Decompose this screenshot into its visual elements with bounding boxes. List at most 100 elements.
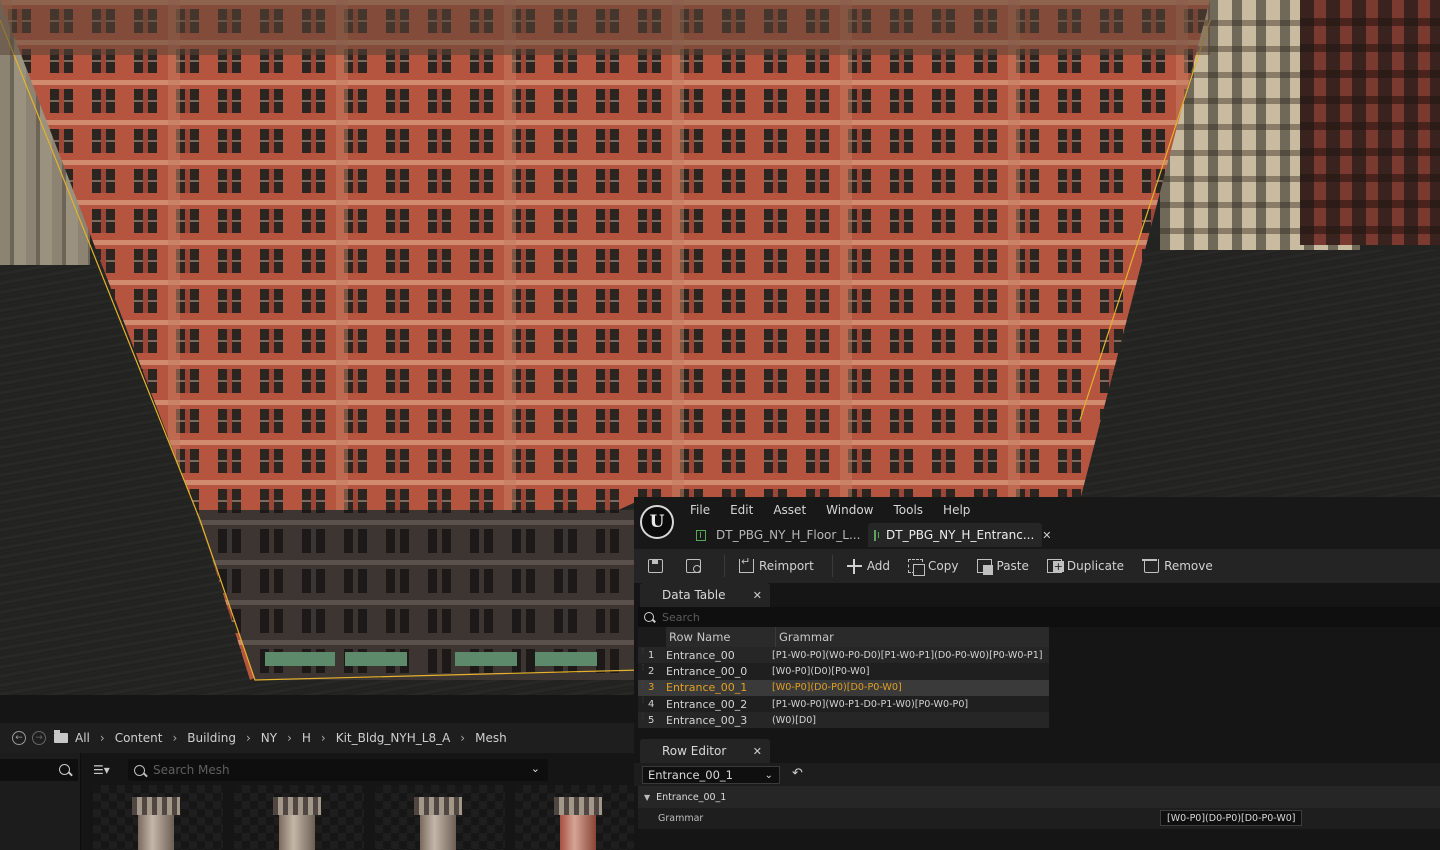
search-icon[interactable] <box>59 764 70 775</box>
row-name: Entrance_00_0 <box>666 664 748 678</box>
search-icon <box>134 764 145 776</box>
expand-triangle-icon[interactable]: ▼ <box>644 793 650 802</box>
row-grammar: [P1-W0-P0](W0-P1-D0-P1-W0)[P0-W0-P0] <box>772 698 969 710</box>
trash-icon <box>1142 559 1160 573</box>
add-label: Add <box>866 559 891 573</box>
table-row[interactable]: ⋮ 1 Entrance_00 [P1-W0-P0](W0-P0-D0)[P1-… <box>638 647 1049 664</box>
struct-category-header[interactable]: ▼ Entrance_00_1 <box>638 786 1440 808</box>
struct-label: Entrance_00_1 <box>656 791 727 803</box>
tab-label: DT_PBG_NY_H_Floor_L... <box>716 528 861 542</box>
asset-thumbnail[interactable] <box>515 785 634 850</box>
menu-bar: U File Edit Asset Window Tools Help DT_P… <box>634 497 1440 549</box>
breadcrumb: ← → All › Content › Building › NY › H › … <box>0 723 634 753</box>
paste-icon <box>976 559 993 575</box>
toolbar-divider <box>724 555 725 577</box>
unreal-logo-icon: U <box>640 505 674 539</box>
table-row[interactable]: ⋮ 4 Entrance_00_2 [P1-W0-P0](W0-P1-D0-P1… <box>638 695 1049 713</box>
row-name: Entrance_00_2 <box>666 697 748 711</box>
add-row-button[interactable]: Add <box>846 559 891 574</box>
row-index: 3 <box>648 682 655 694</box>
menu-tools[interactable]: Tools <box>893 503 923 517</box>
asset-thumbnail[interactable] <box>375 785 505 850</box>
header-index-cell <box>638 627 666 647</box>
duplicate-icon <box>1046 559 1064 573</box>
reimport-label: Reimport <box>759 559 814 573</box>
close-icon[interactable]: ✕ <box>753 745 762 758</box>
drag-handle-icon[interactable]: ⋮ <box>638 663 648 679</box>
back-icon[interactable]: ← <box>12 731 26 745</box>
row-index: 1 <box>648 649 655 661</box>
chevron-right-icon[interactable]: › <box>287 731 292 745</box>
duplicate-button[interactable]: Duplicate <box>1046 559 1125 573</box>
paste-label: Paste <box>996 559 1029 573</box>
chevron-right-icon[interactable]: › <box>460 731 465 745</box>
search-mesh-input[interactable]: Search Mesh ⌄ <box>128 759 548 781</box>
reset-icon[interactable]: ↶ <box>792 766 803 781</box>
chevron-right-icon[interactable]: › <box>100 731 105 745</box>
chevron-down-icon[interactable]: ⌄ <box>531 762 540 775</box>
tab-floor-table[interactable]: DT_PBG_NY_H_Floor_L... <box>696 523 860 547</box>
drag-handle-icon[interactable]: ⋮ <box>638 712 648 728</box>
data-table-icon <box>696 529 706 541</box>
search-placeholder: Search <box>662 610 700 624</box>
menu-asset[interactable]: Asset <box>773 503 806 517</box>
chevron-right-icon[interactable]: › <box>172 731 177 745</box>
forward-icon[interactable]: → <box>32 731 46 745</box>
menu-help[interactable]: Help <box>943 503 970 517</box>
source-panel <box>0 753 81 850</box>
breadcrumb-content[interactable]: Content <box>115 731 163 745</box>
tab-entrance-table[interactable]: DT_PBG_NY_H_Entranc... ✕ <box>868 523 1052 547</box>
chevron-down-icon: ⌄ <box>764 769 773 781</box>
column-header-row-name[interactable]: Row Name <box>666 630 775 644</box>
browse-button[interactable] <box>686 559 706 573</box>
chevron-right-icon[interactable]: › <box>246 731 251 745</box>
chevron-right-icon[interactable]: › <box>321 731 326 745</box>
breadcrumb-all[interactable]: All <box>75 731 90 745</box>
table-row[interactable]: ⋮ 2 Entrance_00_0 [W0-P0](D0)[P0-W0] <box>638 663 1049 680</box>
close-icon[interactable]: ✕ <box>1042 529 1051 542</box>
grammar-value-field[interactable]: [W0-P0](D0-P0)[D0-P0-W0] <box>1160 810 1303 826</box>
asset-thumbnail[interactable] <box>234 785 364 850</box>
breadcrumb-mesh[interactable]: Mesh <box>475 731 507 745</box>
table-header: Row Name Grammar <box>638 627 1049 647</box>
breadcrumb-building[interactable]: Building <box>187 731 236 745</box>
row-select-dropdown[interactable]: Entrance_00_1 ⌄ <box>642 766 780 784</box>
close-icon[interactable]: ✕ <box>753 589 762 602</box>
browse-icon <box>686 559 701 573</box>
table-row[interactable]: ⋮ 5 Entrance_00_3 (W0)[D0] <box>638 712 1049 729</box>
paste-button[interactable]: Paste <box>976 559 1029 575</box>
remove-label: Remove <box>1164 559 1213 573</box>
column-header-grammar[interactable]: Grammar <box>775 627 1049 647</box>
data-table-grid: Row Name Grammar ⋮ 1 Entrance_00 [P1-W0-… <box>638 627 1049 735</box>
search-placeholder: Search Mesh <box>153 763 230 777</box>
tab-label: DT_PBG_NY_H_Entranc... <box>886 528 1035 542</box>
drag-handle-icon[interactable]: ⋮ <box>638 680 648 696</box>
table-row-selected[interactable]: ⋮ 3 Entrance_00_1 [W0-P0](D0-P0)[D0-P0-W… <box>638 679 1049 696</box>
tab-data-table[interactable]: Data Table ✕ <box>640 583 770 607</box>
duplicate-label: Duplicate <box>1066 559 1125 573</box>
folder-icon[interactable] <box>54 730 68 743</box>
drag-handle-icon[interactable]: ⋮ <box>638 696 648 712</box>
asset-thumbnail[interactable] <box>93 785 223 850</box>
drag-handle-icon[interactable]: ⋮ <box>638 647 648 663</box>
menu-edit[interactable]: Edit <box>730 503 753 517</box>
row-index: 2 <box>648 665 655 677</box>
filter-icon[interactable]: ☰▾ <box>93 763 121 779</box>
content-browser: ← → All › Content › Building › NY › H › … <box>0 695 634 850</box>
breadcrumb-h[interactable]: H <box>302 731 311 745</box>
breadcrumb-kit[interactable]: Kit_Bldg_NYH_L8_A <box>336 731 451 745</box>
content-browser-header <box>0 695 634 723</box>
remove-button[interactable]: Remove <box>1142 559 1213 573</box>
row-select-value: Entrance_00_1 <box>648 768 733 782</box>
reimport-icon <box>739 555 754 573</box>
copy-button[interactable]: Copy <box>908 559 959 576</box>
copy-icon <box>908 559 926 576</box>
menu-file[interactable]: File <box>690 503 710 517</box>
table-search-input[interactable]: Search <box>638 607 1440 627</box>
property-row-grammar: Grammar [W0-P0](D0-P0)[D0-P0-W0] <box>638 808 1440 829</box>
save-button[interactable] <box>634 559 668 573</box>
breadcrumb-ny[interactable]: NY <box>261 731 277 745</box>
reimport-button[interactable]: Reimport <box>739 555 814 573</box>
menu-window[interactable]: Window <box>826 503 873 517</box>
tab-row-editor[interactable]: Row Editor ✕ <box>640 739 770 763</box>
